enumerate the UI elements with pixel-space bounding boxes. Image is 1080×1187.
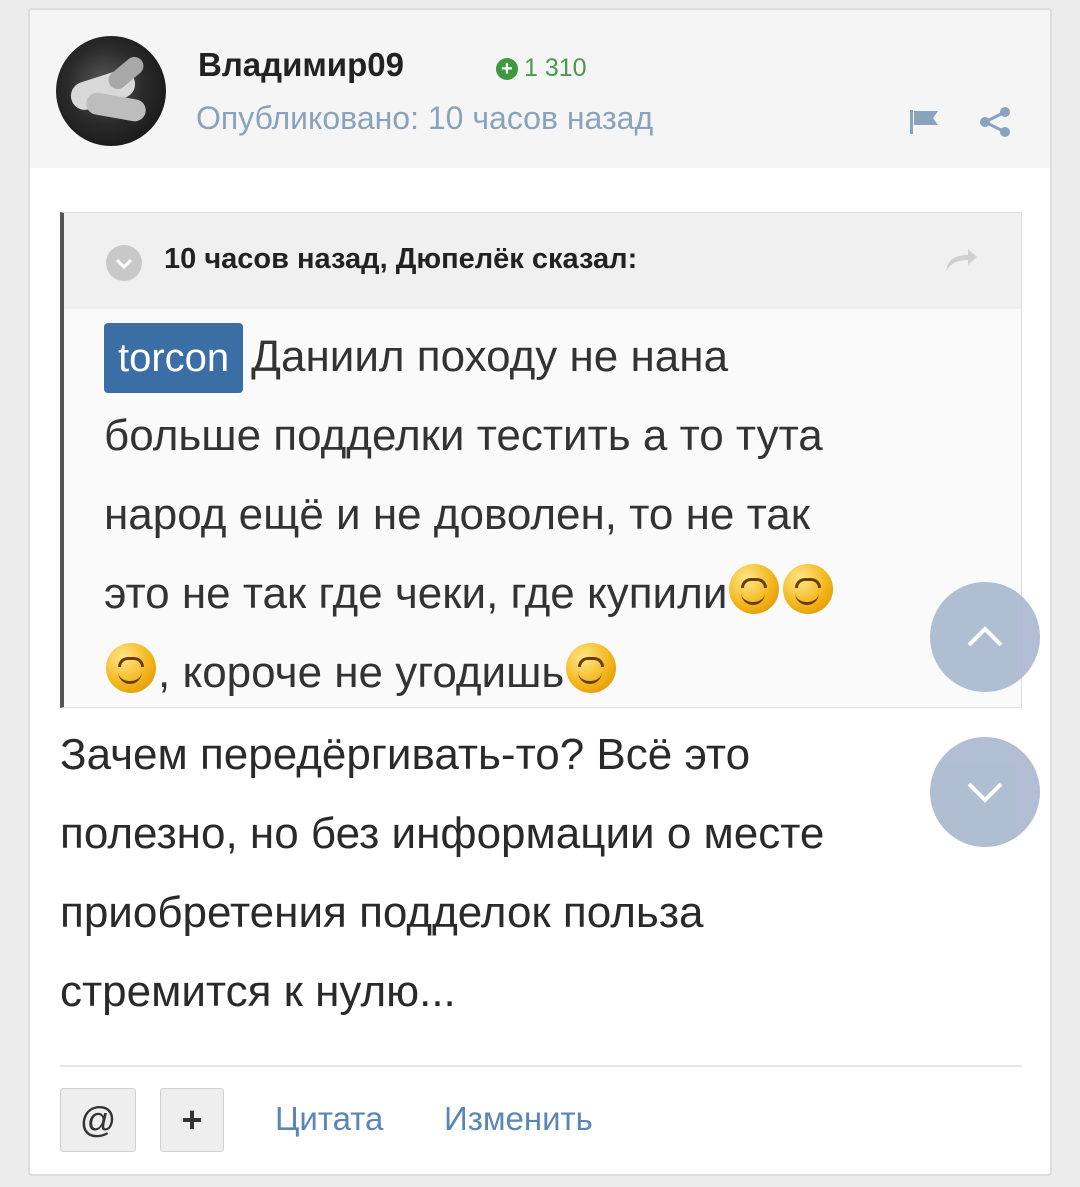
quote-line: , короче не угодишь (158, 648, 565, 697)
post-text: Зачем передёргивать-то? Всё это полезно,… (60, 715, 940, 1031)
share-icon[interactable] (978, 106, 1012, 138)
smiley-emoji (106, 643, 156, 693)
quote-line: больше подделки тестить а то тута (104, 411, 823, 460)
post-line: полезно, но без информации о месте (60, 809, 825, 858)
quote-link[interactable]: Цитата (275, 1100, 383, 1138)
chevron-down-icon[interactable] (106, 245, 142, 281)
smiley-emoji (783, 564, 834, 614)
scroll-down-button[interactable] (930, 737, 1040, 847)
chevron-down-icon (967, 782, 1003, 803)
multiquote-button[interactable]: + (160, 1088, 224, 1152)
flag-icon[interactable] (908, 108, 942, 136)
mention-tag[interactable]: torcon (104, 323, 244, 393)
divider (60, 1065, 1022, 1067)
quote-header: 10 часов назад, Дюпелёк сказал: (64, 213, 1021, 309)
published-time: Опубликовано: 10 часов назад (196, 100, 654, 136)
smiley-emoji (566, 643, 617, 693)
quote-line: Даниил походу не нана (251, 332, 729, 381)
reputation-count: 1 310 (524, 54, 587, 82)
post-card: Владимир09 + 1 310 Опубликовано: 10 часо… (28, 8, 1052, 1176)
quote-line: это не так где чеки, где купили (104, 569, 728, 618)
plus-circle-icon: + (496, 57, 518, 80)
mention-button[interactable]: @ (60, 1088, 136, 1152)
avatar[interactable] (56, 36, 166, 146)
post-header: Владимир09 + 1 310 Опубликовано: 10 часо… (30, 10, 1050, 168)
scroll-up-button[interactable] (930, 582, 1040, 692)
reply-arrow-icon[interactable] (940, 243, 980, 275)
quote-title: 10 часов назад, Дюпелёк сказал: (164, 243, 638, 275)
post-line: стремится к нулю... (60, 967, 456, 1016)
smiley-emoji (729, 564, 780, 614)
post-line: приобретения подделок польза (60, 888, 704, 937)
reputation-badge: + 1 310 (496, 54, 587, 83)
quote-text: torcon Даниил походу не нана больше подде… (104, 317, 984, 712)
edit-link[interactable]: Изменить (444, 1100, 593, 1138)
chevron-up-icon (967, 626, 1003, 647)
quote-line: народ ещё и не доволен, то не так (104, 490, 810, 539)
post-line: Зачем передёргивать-то? Всё это (60, 730, 751, 779)
author-name[interactable]: Владимир09 (198, 46, 404, 84)
quote-block: 10 часов назад, Дюпелёк сказал: torcon Да… (60, 212, 1022, 708)
